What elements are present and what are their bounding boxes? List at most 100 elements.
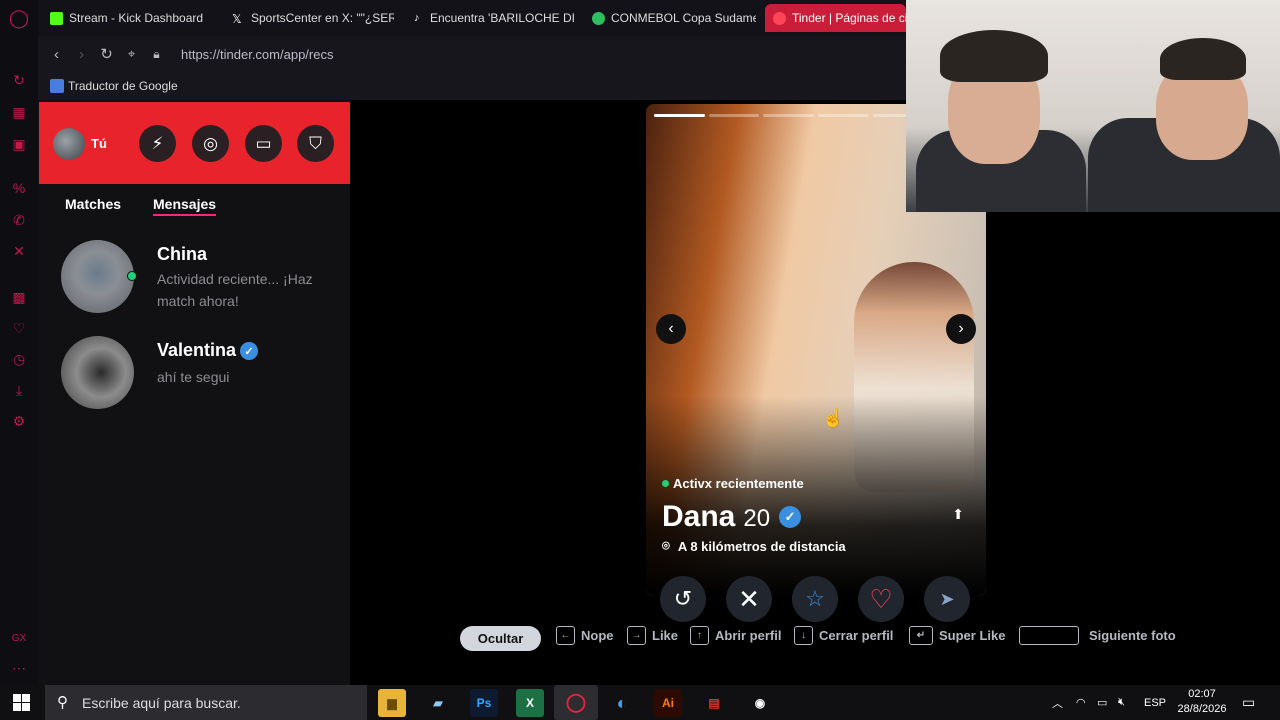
tray-chevron-icon[interactable]: ︿	[1052, 685, 1063, 720]
person-left-hair	[940, 30, 1048, 82]
conmebol-favicon-icon	[592, 11, 605, 25]
windows-taskbar: ⚲ Escribe aquí para buscar. ▆ ▰ Ps X ◯ ◐…	[0, 685, 1280, 720]
heart-icon[interactable]: ♡	[9, 318, 29, 338]
illustrator-icon[interactable]: Ai	[654, 689, 682, 717]
whatsapp-icon[interactable]: ✆	[9, 210, 29, 230]
briefcase-icon[interactable]: ▭	[245, 125, 282, 162]
windows-start-icon[interactable]	[13, 694, 30, 711]
tab-messages[interactable]: Mensajes	[153, 196, 217, 216]
tab-title: SportsCenter en X: ""¿SER	[251, 11, 394, 25]
search-placeholder: Escribe aquí para buscar.	[82, 694, 241, 711]
messenger-icon[interactable]: ▣	[9, 134, 29, 154]
conversation-message: ahí te segui	[157, 369, 230, 385]
profile-name-text: Dana	[662, 500, 736, 533]
address-bar: ‹ › ↻ ⌖ 🔒︎ https://tinder.com/app/recs	[38, 36, 906, 72]
shortcut-like: → Like	[627, 626, 678, 645]
photoshop-icon[interactable]: Ps	[470, 689, 498, 717]
shortcut-label: Siguiente foto	[1089, 628, 1176, 643]
tab-conmebol[interactable]: CONMEBOL Copa Sudame	[592, 4, 756, 32]
my-profile-label[interactable]: Tú	[91, 136, 107, 151]
tab-kick[interactable]: Stream - Kick Dashboard	[50, 4, 222, 32]
winrar-icon[interactable]: ▤	[700, 689, 728, 717]
wallet-icon[interactable]: ▦	[9, 102, 29, 122]
back-icon[interactable]: ‹	[44, 46, 69, 63]
taskbar-clock[interactable]: 02:07 28/8/2026	[1172, 687, 1232, 717]
file-explorer-icon[interactable]: ▆	[378, 689, 406, 717]
tab-title: Tinder | Páginas de ci	[792, 11, 906, 25]
x-icon[interactable]: ✕	[9, 241, 29, 261]
photo-progress-segment	[763, 114, 815, 117]
reload-icon[interactable]: ↻	[94, 45, 119, 63]
obs-icon[interactable]: ◉	[746, 689, 774, 717]
percent-icon[interactable]: %	[9, 178, 29, 198]
conversation-message: Actividad reciente... ¡Haz match ahora!	[157, 271, 313, 309]
shortcut-label: Like	[652, 628, 679, 643]
more-icon[interactable]: ⋯	[9, 658, 29, 678]
open-profile-icon[interactable]: ⬆	[952, 506, 964, 523]
like-icon[interactable]: ♡	[858, 576, 904, 622]
history-icon[interactable]: ↻	[9, 70, 29, 90]
kick-favicon-icon	[50, 11, 63, 25]
conversation-item[interactable]: Valentina ✓ ahí te segui	[38, 336, 350, 420]
clock-time: 02:07	[1188, 688, 1216, 700]
boost-icon[interactable]: ⚡︎	[139, 125, 176, 162]
tab-matches[interactable]: Matches	[65, 196, 121, 212]
opera-logo-icon[interactable]: ◯	[9, 8, 29, 28]
excel-icon[interactable]: X	[516, 689, 544, 717]
bookmarks-bar: Traductor de Google	[38, 72, 906, 100]
activity-status-text: Activx recientemente	[673, 476, 804, 491]
conversation-avatar	[61, 240, 134, 313]
rewind-icon[interactable]: ↺	[660, 576, 706, 622]
activity-status: Activx recientemente	[662, 476, 804, 491]
online-indicator	[127, 271, 137, 281]
wifi-icon[interactable]: ◠	[1076, 685, 1086, 720]
tab-tinder[interactable]: Tinder | Páginas de ci	[765, 4, 906, 32]
volume-muted-icon[interactable]: 🔇︎	[1118, 685, 1125, 720]
verified-badge-icon: ✓	[240, 342, 259, 361]
super-like-icon[interactable]: ☆	[792, 576, 838, 622]
profile-distance: ⌾ A 8 kilómetros de distancia	[662, 538, 846, 554]
shortcut-super-like: ↵ Super Like	[909, 626, 1005, 645]
notepad-icon[interactable]: ▰	[424, 689, 452, 717]
tinder-sidebar: Tú ⚡︎ ◎ ▭ ⛉ Matches Mensajes China Activ…	[38, 100, 350, 685]
edge-icon[interactable]: ◐	[608, 689, 636, 717]
tab-sportscenter[interactable]: 𝕏 SportsCenter en X: ""¿SER	[232, 4, 394, 32]
battery-icon[interactable]: ▭	[1097, 685, 1107, 720]
shortcut-next-photo: Siguiente foto	[1019, 626, 1176, 645]
shortcut-label: Cerrar perfil	[819, 628, 894, 643]
clock-icon[interactable]: ◷	[9, 349, 29, 369]
language-indicator[interactable]: ESP	[1144, 685, 1166, 720]
bookmark-translate[interactable]: Traductor de Google	[68, 79, 178, 93]
taskbar-search[interactable]: ⚲ Escribe aquí para buscar.	[45, 685, 367, 720]
send-icon[interactable]: ➤	[924, 576, 970, 622]
conversation-name: China	[157, 244, 208, 264]
space-key-icon	[1019, 626, 1079, 645]
x-favicon-icon: 𝕏	[232, 11, 242, 26]
tab-strip: Stream - Kick Dashboard 𝕏 SportsCenter e…	[38, 0, 906, 36]
gx-icon[interactable]: GX	[9, 628, 29, 648]
shortcut-label: Nope	[581, 628, 614, 643]
explore-compass-icon[interactable]: ◎	[192, 125, 229, 162]
lock-icon[interactable]: 🔒︎	[144, 47, 169, 62]
profile-age: 20	[743, 505, 771, 532]
notifications-icon[interactable]: ▭	[1242, 685, 1255, 720]
my-avatar[interactable]	[53, 128, 85, 160]
conversation-item[interactable]: China Actividad reciente... ¡Haz match a…	[38, 240, 350, 324]
location-icon[interactable]: ⌖	[119, 46, 144, 62]
tab-tiktok[interactable]: ♪ Encuentra 'BARILOCHE DIS	[414, 4, 574, 32]
settings-icon[interactable]: ⚙	[9, 411, 29, 431]
forward-icon[interactable]: ›	[69, 46, 94, 63]
shield-icon[interactable]: ⛉	[297, 125, 334, 162]
tab-title: CONMEBOL Copa Sudame	[611, 11, 756, 25]
conversation-name-wrap: Valentina ✓	[157, 340, 259, 361]
url-field[interactable]: https://tinder.com/app/recs	[181, 47, 333, 62]
photo-progress-segment	[654, 114, 705, 117]
nope-icon[interactable]: ✕	[726, 576, 772, 622]
previous-photo-icon[interactable]: ‹	[656, 314, 686, 344]
next-photo-icon[interactable]: ›	[946, 314, 976, 344]
arrow-down-key-icon: ↓	[794, 626, 813, 645]
apps-icon[interactable]: ▩	[9, 287, 29, 307]
opera-gx-taskbar-icon[interactable]: ◯	[554, 685, 598, 720]
webcam-overlay	[906, 0, 1280, 212]
download-icon[interactable]: ⤓	[9, 380, 29, 400]
